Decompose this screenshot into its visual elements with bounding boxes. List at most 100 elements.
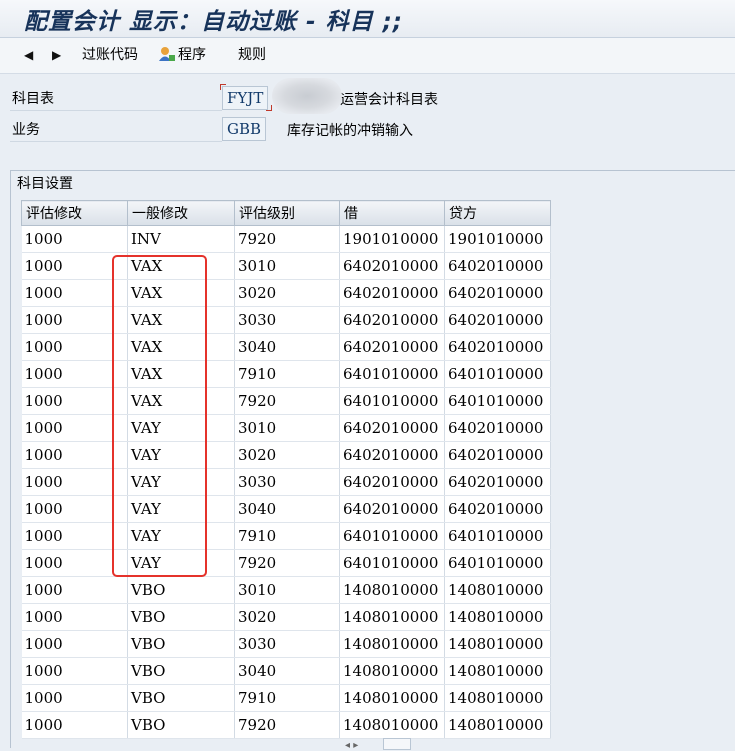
table-row[interactable]: 1000 VAX 7910 6401010000 6401010000	[21, 360, 551, 388]
table-row[interactable]: 1000 VAY 7910 6401010000 6401010000	[21, 522, 551, 550]
table-cell[interactable]: 1408010000	[339, 630, 445, 658]
table-cell[interactable]: 1000	[21, 522, 128, 550]
table-cell[interactable]: 1000	[21, 711, 128, 739]
table-row[interactable]: 1000 VBO 7910 1408010000 1408010000	[21, 684, 551, 712]
table-row[interactable]: 1000 VAY 3020 6402010000 6402010000	[21, 441, 551, 469]
table-cell[interactable]: 1000	[21, 225, 128, 253]
table-cell[interactable]: VAX	[127, 387, 235, 415]
table-cell[interactable]: 6402010000	[444, 279, 551, 307]
table-cell[interactable]: 3030	[234, 468, 340, 496]
table-cell[interactable]: 1000	[21, 333, 128, 361]
table-cell[interactable]: 1408010000	[339, 576, 445, 604]
table-cell[interactable]: 6402010000	[339, 414, 445, 442]
table-cell[interactable]: VAY	[127, 495, 235, 523]
table-cell[interactable]: 1000	[21, 657, 128, 685]
table-cell[interactable]: 6402010000	[339, 468, 445, 496]
table-cell[interactable]: 1408010000	[339, 657, 445, 685]
table-cell[interactable]: 6401010000	[444, 522, 551, 550]
table-cell[interactable]: 6402010000	[444, 414, 551, 442]
table-cell[interactable]: 6401010000	[339, 387, 445, 415]
table-row[interactable]: 1000 VAX 3020 6402010000 6402010000	[21, 279, 551, 307]
table-cell[interactable]: VAX	[127, 279, 235, 307]
table-cell[interactable]: 6401010000	[339, 522, 445, 550]
table-row[interactable]: 1000 VBO 3030 1408010000 1408010000	[21, 630, 551, 658]
table-cell[interactable]: 6402010000	[444, 333, 551, 361]
table-cell[interactable]: 3040	[234, 333, 340, 361]
table-cell[interactable]: 3010	[234, 414, 340, 442]
table-cell[interactable]: 7920	[234, 225, 340, 253]
table-cell[interactable]: 3010	[234, 576, 340, 604]
table-cell[interactable]: 6401010000	[444, 549, 551, 577]
table-cell[interactable]: VBO	[127, 657, 235, 685]
posting-code-button[interactable]: 过账代码	[82, 44, 138, 66]
table-cell[interactable]: VAY	[127, 522, 235, 550]
table-cell[interactable]: 6401010000	[444, 360, 551, 388]
table-cell[interactable]: 1000	[21, 387, 128, 415]
column-header[interactable]: 一般修改	[127, 200, 235, 226]
table-cell[interactable]: 7910	[234, 360, 340, 388]
table-cell[interactable]: 1000	[21, 495, 128, 523]
table-cell[interactable]: VAX	[127, 360, 235, 388]
table-cell[interactable]: 7910	[234, 522, 340, 550]
table-cell[interactable]: 3020	[234, 279, 340, 307]
chart-of-accounts-field[interactable]: FYJT	[222, 86, 269, 110]
table-cell[interactable]: VAX	[127, 306, 235, 334]
table-cell[interactable]: VAX	[127, 252, 235, 280]
table-cell[interactable]: 7920	[234, 711, 340, 739]
table-cell[interactable]: 7910	[234, 684, 340, 712]
table-row[interactable]: 1000 VBO 7920 1408010000 1408010000	[21, 711, 551, 739]
table-cell[interactable]: 6402010000	[444, 495, 551, 523]
table-row[interactable]: 1000 VAY 7920 6401010000 6401010000	[21, 549, 551, 577]
table-cell[interactable]: 1000	[21, 603, 128, 631]
table-cell[interactable]: 1000	[21, 549, 128, 577]
table-cell[interactable]: VAY	[127, 441, 235, 469]
table-row[interactable]: 1000 VAX 7920 6401010000 6401010000	[21, 387, 551, 415]
table-cell[interactable]: 1408010000	[339, 684, 445, 712]
table-cell[interactable]: VAY	[127, 468, 235, 496]
table-cell[interactable]: 1408010000	[444, 576, 551, 604]
table-cell[interactable]: VBO	[127, 603, 235, 631]
table-cell[interactable]: 6402010000	[339, 279, 445, 307]
table-cell[interactable]: 1000	[21, 441, 128, 469]
table-cell[interactable]: 1408010000	[444, 603, 551, 631]
table-cell[interactable]: 6402010000	[444, 468, 551, 496]
table-cell[interactable]: 7920	[234, 549, 340, 577]
table-cell[interactable]: 1000	[21, 576, 128, 604]
table-cell[interactable]: 6402010000	[339, 333, 445, 361]
table-cell[interactable]: 6402010000	[444, 306, 551, 334]
table-cell[interactable]: 1000	[21, 630, 128, 658]
table-cell[interactable]: VAY	[127, 414, 235, 442]
table-cell[interactable]: 3020	[234, 441, 340, 469]
table-cell[interactable]: 1000	[21, 252, 128, 280]
table-cell[interactable]: 1000	[21, 360, 128, 388]
column-header[interactable]: 评估修改	[21, 200, 128, 226]
table-cell[interactable]: 3040	[234, 495, 340, 523]
back-arrow-icon[interactable]: ◀	[24, 44, 33, 66]
table-cell[interactable]: 1000	[21, 414, 128, 442]
table-cell[interactable]: 1000	[21, 684, 128, 712]
table-cell[interactable]: VBO	[127, 711, 235, 739]
table-cell[interactable]: 6402010000	[339, 252, 445, 280]
table-cell[interactable]: 6402010000	[444, 252, 551, 280]
table-row[interactable]: 1000 VAY 3030 6402010000 6402010000	[21, 468, 551, 496]
scroll-arrows-icon[interactable]: ◂ ▸	[345, 740, 358, 751]
table-cell[interactable]: 6402010000	[339, 306, 445, 334]
table-cell[interactable]: 3030	[234, 630, 340, 658]
table-cell[interactable]: 3020	[234, 603, 340, 631]
column-header[interactable]: 评估级别	[234, 200, 340, 226]
table-cell[interactable]: VBO	[127, 684, 235, 712]
table-cell[interactable]: 6401010000	[444, 387, 551, 415]
table-cell[interactable]: 1408010000	[444, 684, 551, 712]
column-header[interactable]: 贷方	[444, 200, 551, 226]
transaction-field[interactable]: GBB	[222, 117, 267, 141]
table-cell[interactable]: 1901010000	[339, 225, 445, 253]
table-row[interactable]: 1000 VBO 3040 1408010000 1408010000	[21, 657, 551, 685]
table-cell[interactable]: 1000	[21, 306, 128, 334]
table-cell[interactable]: 1408010000	[444, 657, 551, 685]
table-cell[interactable]: 6402010000	[339, 495, 445, 523]
table-cell[interactable]: VBO	[127, 576, 235, 604]
table-row[interactable]: 1000 VAY 3010 6402010000 6402010000	[21, 414, 551, 442]
column-header[interactable]: 借	[339, 200, 445, 226]
table-cell[interactable]: 1000	[21, 279, 128, 307]
table-row[interactable]: 1000 INV 7920 1901010000 1901010000	[21, 225, 551, 253]
